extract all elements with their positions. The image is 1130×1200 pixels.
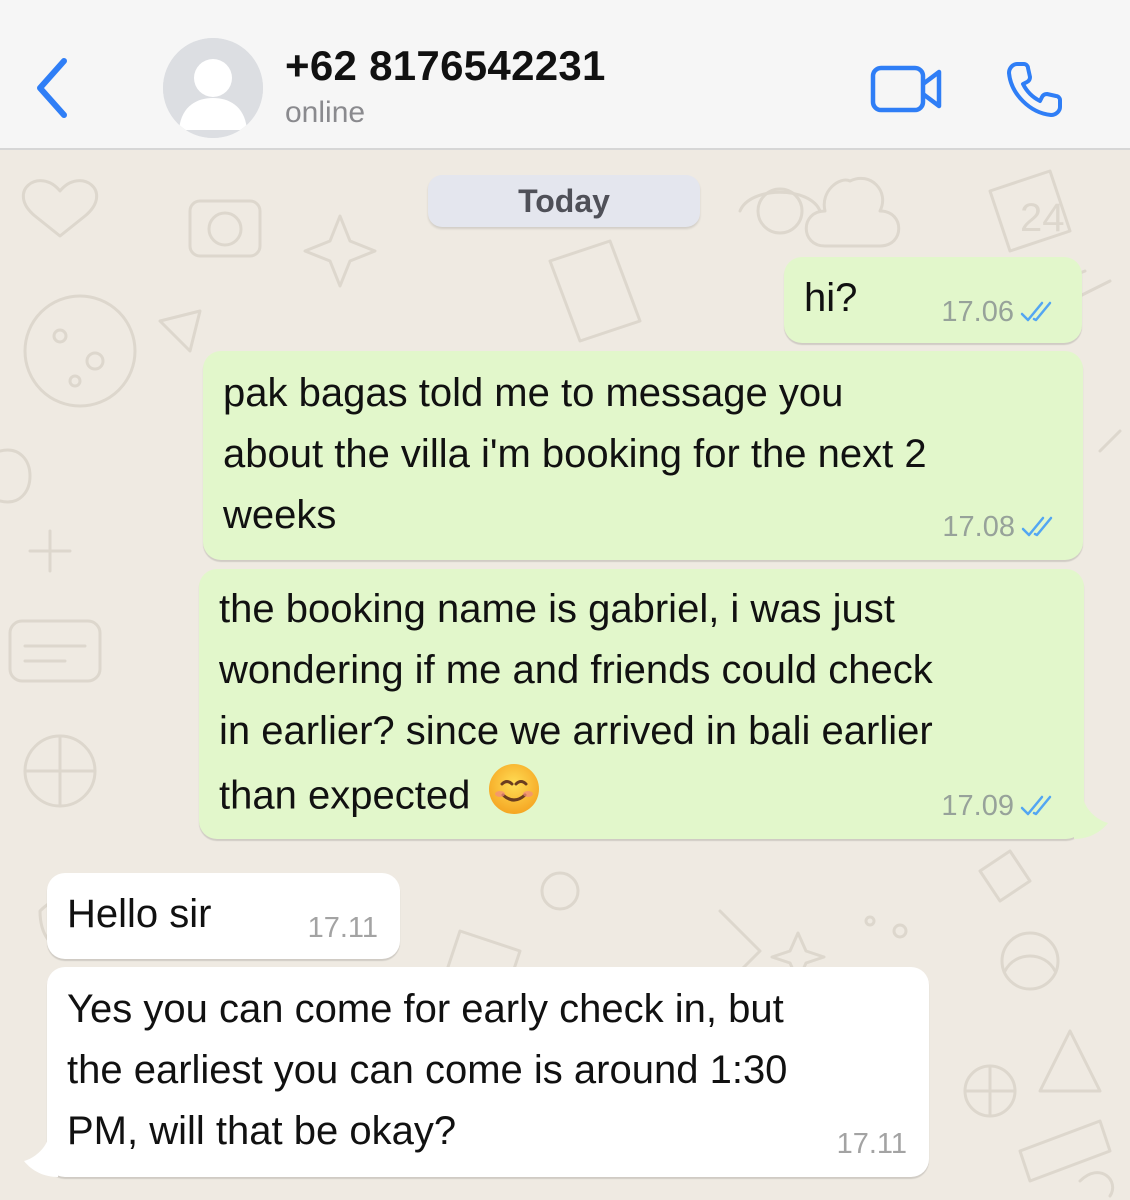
message-meta: 17.11 [837, 1129, 907, 1159]
message-line-text: than expected [219, 773, 471, 818]
message-time: 17.11 [836, 1128, 907, 1160]
incoming-message[interactable]: Yes you can come for early check in, but… [47, 967, 929, 1177]
message-time: 17.09 [941, 790, 1014, 822]
person-placeholder-icon [163, 38, 263, 138]
message-meta: 17.08 [942, 512, 1061, 542]
outgoing-message[interactable]: the booking name is gabriel, i was just … [199, 569, 1084, 839]
message-meta: 17.11 [308, 913, 378, 943]
message-line: about the villa i'm booking for the next… [223, 432, 927, 476]
message-line: weeks [223, 493, 337, 537]
incoming-message[interactable]: Hello sir 17.11 [47, 873, 400, 959]
voice-call-button[interactable] [1003, 58, 1069, 120]
message-time: 17.06 [941, 296, 1014, 328]
message-line: pak bagas told me to message you [223, 371, 844, 415]
video-camera-icon [870, 65, 942, 113]
chevron-left-icon [37, 58, 67, 118]
outgoing-message[interactable]: hi? 17.06 [784, 257, 1082, 343]
message-line: in earlier? since we arrived in bali ear… [219, 709, 933, 753]
message-line: the booking name is gabriel, i was just [219, 587, 895, 631]
message-text: hi? [804, 276, 858, 320]
svg-text:24: 24 [1020, 196, 1065, 240]
bubble-tail [1074, 801, 1108, 839]
message-list[interactable]: 24 Today hi? 17.06 pak bagas told me to … [0, 151, 1130, 1200]
avatar[interactable] [163, 38, 263, 138]
message-meta: 17.09 [941, 791, 1060, 821]
contact-status: online [285, 96, 366, 129]
message-line: the earliest you can come is around 1:30 [67, 1048, 788, 1092]
message-time: 17.11 [307, 912, 378, 944]
outgoing-message[interactable]: pak bagas told me to message you about t… [203, 351, 1083, 560]
chat-header: +62 8176542231 online [0, 0, 1130, 150]
message-text: Hello sir [67, 892, 212, 936]
message-meta: 17.06 [941, 297, 1060, 327]
bubble-tail [24, 1139, 58, 1177]
read-ticks-icon [1020, 301, 1052, 322]
date-divider: Today [428, 175, 700, 227]
read-ticks-icon [1021, 516, 1053, 537]
video-call-button[interactable] [868, 60, 946, 120]
message-time: 17.08 [942, 511, 1015, 543]
back-button[interactable] [22, 48, 82, 128]
message-line: than expected [219, 762, 933, 834]
message-line: Yes you can come for early check in, but [67, 987, 784, 1031]
contact-name[interactable]: +62 8176542231 [285, 42, 606, 90]
smiling-face-emoji [487, 762, 541, 834]
message-line: wondering if me and friends could check [219, 648, 933, 692]
read-ticks-icon [1020, 795, 1052, 816]
message-line: PM, will that be okay? [67, 1109, 457, 1153]
phone-icon [1007, 62, 1062, 117]
